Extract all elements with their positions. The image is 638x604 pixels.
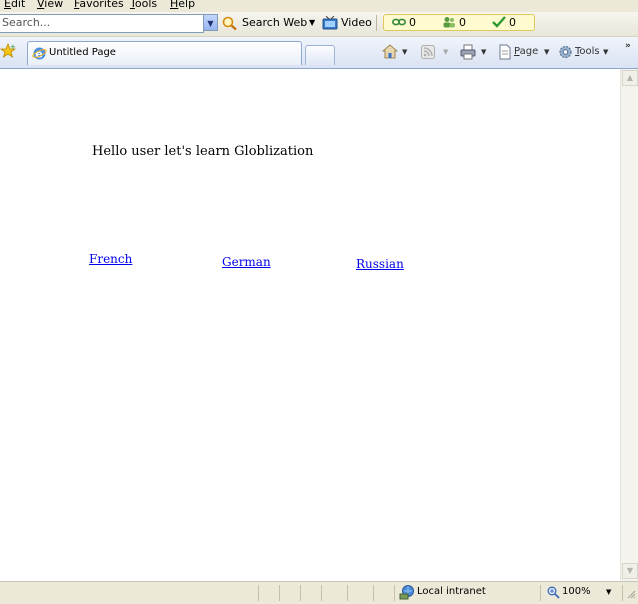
printer-icon bbox=[460, 44, 476, 60]
menu-favorites[interactable]: Favorites bbox=[74, 0, 124, 11]
counter-group: 0 0 0 bbox=[383, 14, 535, 31]
tab-title: Untitled Page bbox=[49, 47, 116, 58]
page-icon bbox=[499, 44, 511, 60]
resize-grip[interactable] bbox=[622, 585, 638, 601]
counter-1-value: 0 bbox=[409, 16, 416, 29]
link-german[interactable]: German bbox=[222, 255, 271, 269]
favorites-star-icon[interactable]: + bbox=[0, 43, 16, 58]
link-icon bbox=[392, 18, 406, 26]
chevron-more-icon[interactable]: » bbox=[625, 38, 631, 54]
zone-label: Local intranet bbox=[417, 586, 486, 597]
svg-text:+: + bbox=[10, 43, 16, 51]
checkmark-icon bbox=[492, 16, 506, 28]
tab-untitled-page[interactable]: e Untitled Page bbox=[27, 41, 302, 65]
zoom-icon bbox=[547, 586, 560, 599]
status-panel bbox=[279, 585, 300, 601]
zoom-dropdown-icon[interactable]: ▼ bbox=[606, 585, 611, 599]
status-panel bbox=[321, 585, 347, 601]
zoom-panel[interactable]: 100% ▼ bbox=[540, 585, 622, 601]
menu-help[interactable]: Help bbox=[170, 0, 195, 11]
zoom-level: 100% bbox=[562, 586, 591, 597]
status-panel bbox=[347, 585, 373, 601]
resize-grip-icon bbox=[627, 590, 636, 599]
toolbar-separator bbox=[376, 15, 377, 31]
search-web-dropdown-icon[interactable]: ▼ bbox=[309, 15, 315, 31]
tools-dropdown-icon: ▼ bbox=[603, 48, 609, 56]
search-toolbar: ▼ Search Web ▼ Video 0 0 0 bbox=[0, 12, 638, 37]
search-dropdown-button[interactable]: ▼ bbox=[203, 14, 218, 31]
intranet-globe-icon bbox=[399, 585, 414, 600]
menu-edit[interactable]: Edit bbox=[4, 0, 25, 11]
counter-2-value: 0 bbox=[459, 16, 466, 29]
search-input[interactable] bbox=[0, 15, 198, 30]
home-icon bbox=[382, 44, 398, 59]
print-dropdown-icon[interactable]: ▼ bbox=[481, 44, 486, 60]
feed-icon bbox=[421, 45, 435, 59]
status-panel bbox=[373, 585, 394, 601]
scroll-down-button[interactable]: ▼ bbox=[622, 563, 638, 579]
menu-bar: Edit View Favorites Tools Help bbox=[0, 0, 638, 12]
page-content: Hello user let's learn Globlization Fren… bbox=[0, 69, 620, 581]
link-french[interactable]: French bbox=[89, 252, 132, 266]
zone-panel[interactable]: Local intranet bbox=[394, 585, 540, 601]
page-menu-label: Page bbox=[514, 46, 539, 57]
status-panel bbox=[258, 585, 279, 601]
feeds-dropdown-icon[interactable]: ▼ bbox=[443, 44, 448, 60]
scroll-up-button[interactable]: ▲ bbox=[622, 70, 638, 86]
tools-menu-label: Tools bbox=[575, 46, 600, 57]
menu-view[interactable]: View bbox=[37, 0, 63, 11]
counter-3-value: 0 bbox=[509, 16, 516, 29]
vertical-scrollbar[interactable]: ▲ ▼ bbox=[620, 69, 638, 581]
gear-icon bbox=[559, 45, 572, 59]
search-web-label: Search Web bbox=[242, 16, 308, 29]
tab-bar: + e Untitled Page ▼ ▼ ▼ Page ▼ Tools ▼ » bbox=[0, 37, 638, 69]
magnifier-icon bbox=[222, 16, 238, 31]
home-dropdown-icon[interactable]: ▼ bbox=[402, 44, 407, 60]
new-tab-button[interactable] bbox=[305, 45, 335, 65]
greeting-text: Hello user let's learn Globlization bbox=[92, 144, 314, 159]
menu-tools[interactable]: Tools bbox=[130, 0, 157, 11]
status-bar: Local intranet 100% ▼ bbox=[0, 581, 638, 604]
status-panel bbox=[300, 585, 321, 601]
search-box bbox=[0, 14, 204, 33]
page-dropdown-icon: ▼ bbox=[544, 48, 550, 56]
link-russian[interactable]: Russian bbox=[356, 257, 404, 271]
people-icon bbox=[443, 17, 455, 28]
video-icon bbox=[322, 16, 338, 30]
ie-page-icon: e bbox=[32, 46, 47, 61]
video-label: Video bbox=[341, 16, 372, 29]
